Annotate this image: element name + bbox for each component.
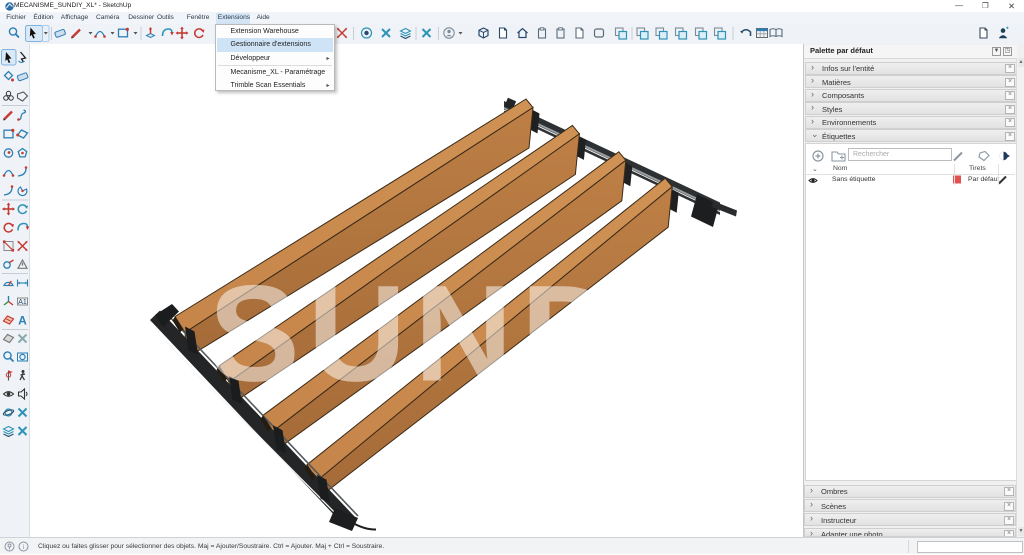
svg-text:i: i <box>23 543 25 551</box>
svg-text:A1: A1 <box>18 299 27 306</box>
svg-text:A: A <box>18 314 27 328</box>
